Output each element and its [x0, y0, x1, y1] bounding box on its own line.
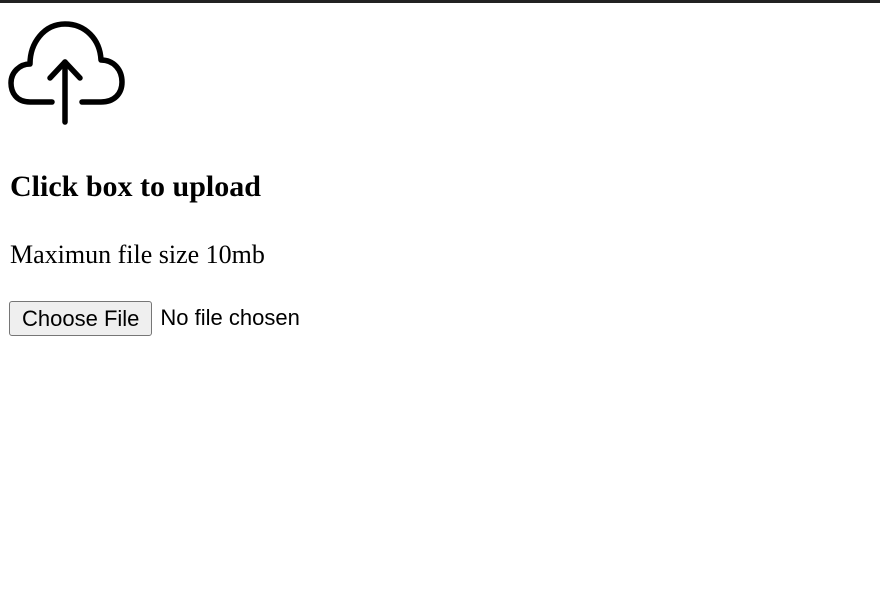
- file-status-text: No file chosen: [160, 305, 300, 330]
- cloud-upload-icon[interactable]: [8, 18, 126, 126]
- file-size-note: Maximun file size 10mb: [10, 240, 265, 269]
- file-input[interactable]: Choose File No file chosen: [9, 300, 300, 336]
- upload-title: Click box to upload: [10, 170, 261, 203]
- top-border: [0, 0, 880, 3]
- choose-file-button[interactable]: Choose File: [9, 300, 153, 336]
